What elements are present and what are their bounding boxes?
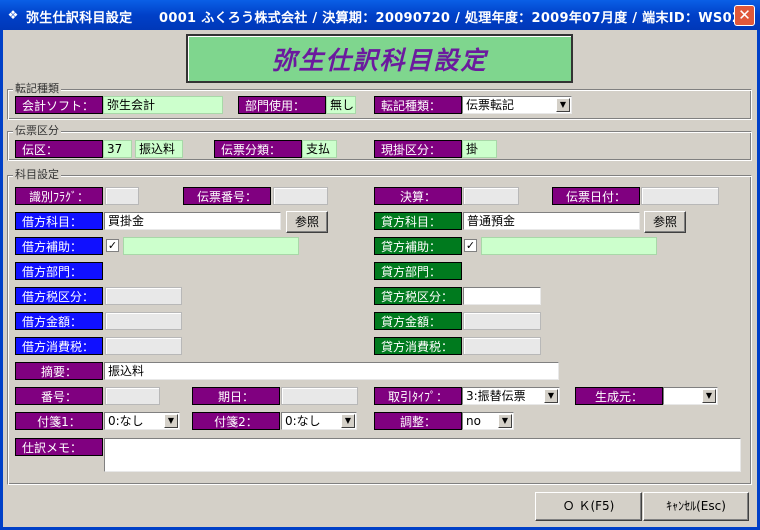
chevron-down-icon[interactable]: ▼ (544, 389, 558, 403)
department-use-field: 無し (326, 96, 356, 114)
tag2-select[interactable]: 0:なし ▼ (281, 412, 357, 430)
cash-credit-label: 現掛区分： (374, 140, 462, 158)
credit-tax-input[interactable] (463, 287, 541, 305)
slip-date-label: 伝票日付： (552, 187, 640, 205)
debit-account-ref-button[interactable]: 参照 (286, 211, 328, 233)
tag1-label: 付箋1： (15, 412, 103, 430)
tag2-label: 付箋2： (192, 412, 280, 430)
ok-button[interactable]: Ｏ Ｋ(F5) (535, 492, 642, 521)
posting-type-group-title: 転記種類 (13, 82, 61, 95)
posting-type-select[interactable]: 伝票転記 ▼ (462, 96, 572, 114)
id-flag-field (105, 187, 139, 205)
trans-type-label: 取引ﾀｲﾌﾟ： (374, 387, 462, 405)
adjust-label: 調整： (374, 412, 462, 430)
close-button[interactable]: ✕ (734, 5, 755, 26)
debit-ctax-field (105, 337, 182, 355)
credit-amount-field (463, 312, 541, 330)
chevron-down-icon[interactable]: ▼ (702, 389, 716, 403)
debit-amount-field (105, 312, 182, 330)
page-title-banner: 弥生仕訳科目設定 (186, 34, 573, 83)
due-date-label: 期日： (192, 387, 280, 405)
app-icon: ❖ (7, 8, 19, 22)
slip-class-code-field: 37 (103, 140, 132, 158)
number-label: 番号： (15, 387, 103, 405)
memo-textarea[interactable] (104, 438, 741, 472)
credit-tax-label: 貸方税区分： (374, 287, 462, 305)
source-label: 生成元： (575, 387, 663, 405)
trans-type-select[interactable]: 3:振替伝票 ▼ (462, 387, 560, 405)
chevron-down-icon[interactable]: ▼ (556, 98, 570, 112)
settlement-field (463, 187, 519, 205)
posting-type-value: 伝票転記 (466, 98, 515, 112)
debit-account-input[interactable]: 買掛金 (104, 212, 281, 230)
debit-tax-field (105, 287, 182, 305)
credit-account-input[interactable]: 普通預金 (463, 212, 640, 230)
adjust-select[interactable]: no ▼ (462, 412, 514, 430)
debit-ctax-label: 借方消費税： (15, 337, 103, 355)
credit-account-label: 貸方科目： (374, 212, 462, 230)
accounting-soft-label: 会計ソフト： (15, 96, 103, 114)
memo-label: 仕訳メモ： (15, 438, 103, 456)
page-title: 弥生仕訳科目設定 (271, 45, 488, 75)
debit-tax-label: 借方税区分： (15, 287, 103, 305)
slip-class-name-field: 振込料 (135, 140, 183, 158)
adjust-value: no (466, 414, 481, 428)
debit-sub-field[interactable] (123, 237, 299, 255)
cash-credit-field: 掛 (462, 140, 497, 158)
credit-amount-label: 貸方金額： (374, 312, 462, 330)
credit-dept-label: 貸方部門： (374, 262, 462, 280)
credit-sub-field[interactable] (481, 237, 657, 255)
posting-type-label: 転記種類： (374, 96, 462, 114)
slip-class-label: 伝区： (15, 140, 103, 158)
slip-number-field (273, 187, 328, 205)
chevron-down-icon[interactable]: ▼ (341, 414, 355, 428)
debit-sub-label: 借方補助： (15, 237, 103, 255)
summary-input[interactable]: 振込料 (104, 362, 559, 380)
source-select[interactable]: ▼ (663, 387, 718, 405)
window-title: 弥生仕訳科目設定 0001 ふくろう株式会社 / 決算期：20090720 / … (26, 11, 742, 26)
number-field (105, 387, 160, 405)
debit-amount-label: 借方金額： (15, 312, 103, 330)
summary-label: 摘要： (15, 362, 103, 380)
credit-ctax-label: 貸方消費税： (374, 337, 462, 355)
id-flag-label: 識別ﾌﾗｸﾞ： (15, 187, 103, 205)
trans-type-value: 3:振替伝票 (466, 389, 526, 403)
cancel-button[interactable]: ｷｬﾝｾﾙ(Esc) (643, 492, 749, 521)
tag1-select[interactable]: 0:なし ▼ (104, 412, 180, 430)
debit-sub-checkbox[interactable]: ✓ (106, 239, 119, 252)
slip-number-label: 伝票番号： (183, 187, 271, 205)
settlement-label: 決算： (374, 187, 462, 205)
debit-dept-label: 借方部門： (15, 262, 103, 280)
credit-ctax-field (463, 337, 541, 355)
credit-account-ref-button[interactable]: 参照 (644, 211, 686, 233)
slip-class-group-title: 伝票区分 (13, 124, 61, 137)
accounting-soft-field: 弥生会計 (103, 96, 223, 114)
tag1-value: 0:なし (108, 414, 144, 428)
credit-sub-label: 貸方補助： (374, 237, 462, 255)
chevron-down-icon[interactable]: ▼ (498, 414, 512, 428)
debit-account-label: 借方科目： (15, 212, 103, 230)
chevron-down-icon[interactable]: ▼ (164, 414, 178, 428)
credit-sub-checkbox[interactable]: ✓ (464, 239, 477, 252)
department-use-label: 部門使用： (238, 96, 326, 114)
slip-category-label: 伝票分類： (214, 140, 302, 158)
due-date-field (281, 387, 358, 405)
account-settings-group-title: 科目設定 (13, 168, 61, 181)
tag2-value: 0:なし (285, 414, 321, 428)
title-bar[interactable]: ❖ 弥生仕訳科目設定 0001 ふくろう株式会社 / 決算期：20090720 … (0, 0, 760, 30)
slip-date-field (641, 187, 719, 205)
slip-category-field: 支払 (302, 140, 337, 158)
